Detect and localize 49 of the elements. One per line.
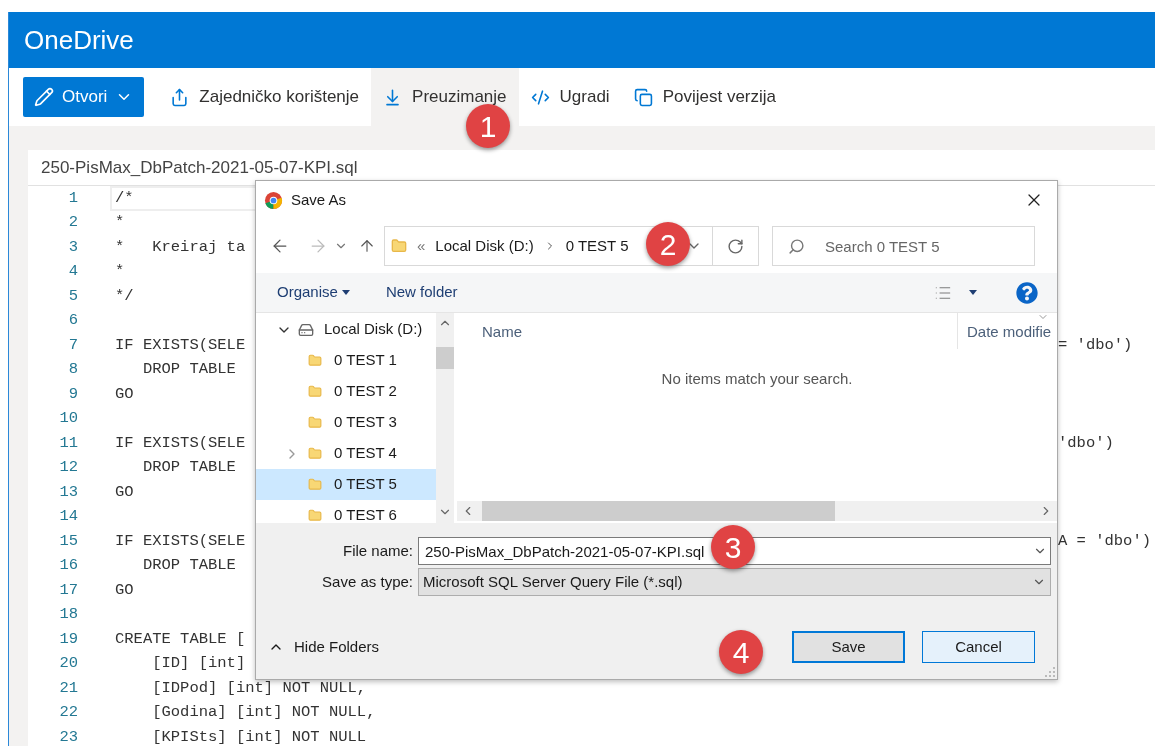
line-number: 19 — [58, 628, 78, 650]
app-title: OneDrive — [24, 23, 134, 57]
line-number: 10 — [58, 408, 78, 430]
line-number: 14 — [58, 506, 78, 528]
code-line: IF EXISTS(SELE — [114, 334, 247, 356]
code-line: [ID] [int] — [151, 653, 247, 675]
code-line: IF EXISTS(SELE — [114, 530, 247, 552]
dialog-title: Save As — [291, 189, 347, 210]
code-line: * — [114, 212, 126, 234]
code-fragment: 'dbo') — [1058, 432, 1114, 454]
field-label: File name: — [341, 540, 413, 561]
code-line: * Kreiraj ta — [114, 236, 247, 258]
field-label: Save as type: — [321, 571, 413, 592]
line-number: 3 — [67, 236, 78, 258]
code-line: CREATE TABLE [ — [114, 628, 247, 650]
line-number: 23 — [58, 726, 78, 746]
code-line: GO — [114, 481, 135, 503]
code-line: GO — [114, 383, 135, 405]
code-fragment: A = 'dbo') — [1058, 530, 1151, 552]
line-number: 20 — [58, 653, 78, 675]
line-number: 18 — [58, 604, 78, 626]
line-number: 11 — [58, 432, 78, 454]
line-number: 13 — [58, 481, 78, 503]
code-fragment: = 'dbo') — [1058, 334, 1133, 356]
code-line: DROP TABLE — [141, 457, 237, 479]
line-number: 9 — [67, 383, 78, 405]
line-number: 22 — [58, 702, 78, 724]
line-number: 6 — [67, 310, 78, 332]
line-number: 8 — [67, 359, 78, 381]
code-line: DROP TABLE — [141, 359, 237, 381]
code-line: IF EXISTS(SELE — [114, 432, 247, 454]
line-number: 1 — [67, 187, 78, 209]
line-number: 15 — [58, 530, 78, 552]
empty-message: No items match your search. — [661, 369, 853, 389]
line-number: 16 — [58, 555, 78, 577]
line-number: 7 — [67, 334, 78, 356]
line-number: 5 — [67, 285, 78, 307]
line-number: 4 — [67, 261, 78, 283]
code-line: [KPISts] [int] NOT NULL — [151, 726, 368, 746]
code-line: */ — [114, 285, 135, 307]
code-line: GO — [114, 579, 135, 601]
code-line: * — [114, 261, 126, 283]
line-number: 21 — [58, 677, 78, 699]
line-number: 12 — [58, 457, 78, 479]
code-line: DROP TABLE — [141, 555, 237, 577]
code-line: [Godina] [int] NOT NULL, — [151, 702, 377, 724]
line-number: 17 — [58, 579, 78, 601]
line-number: 2 — [67, 212, 78, 234]
code-line: [IDPod] [int] NOT NULL, — [151, 677, 368, 699]
